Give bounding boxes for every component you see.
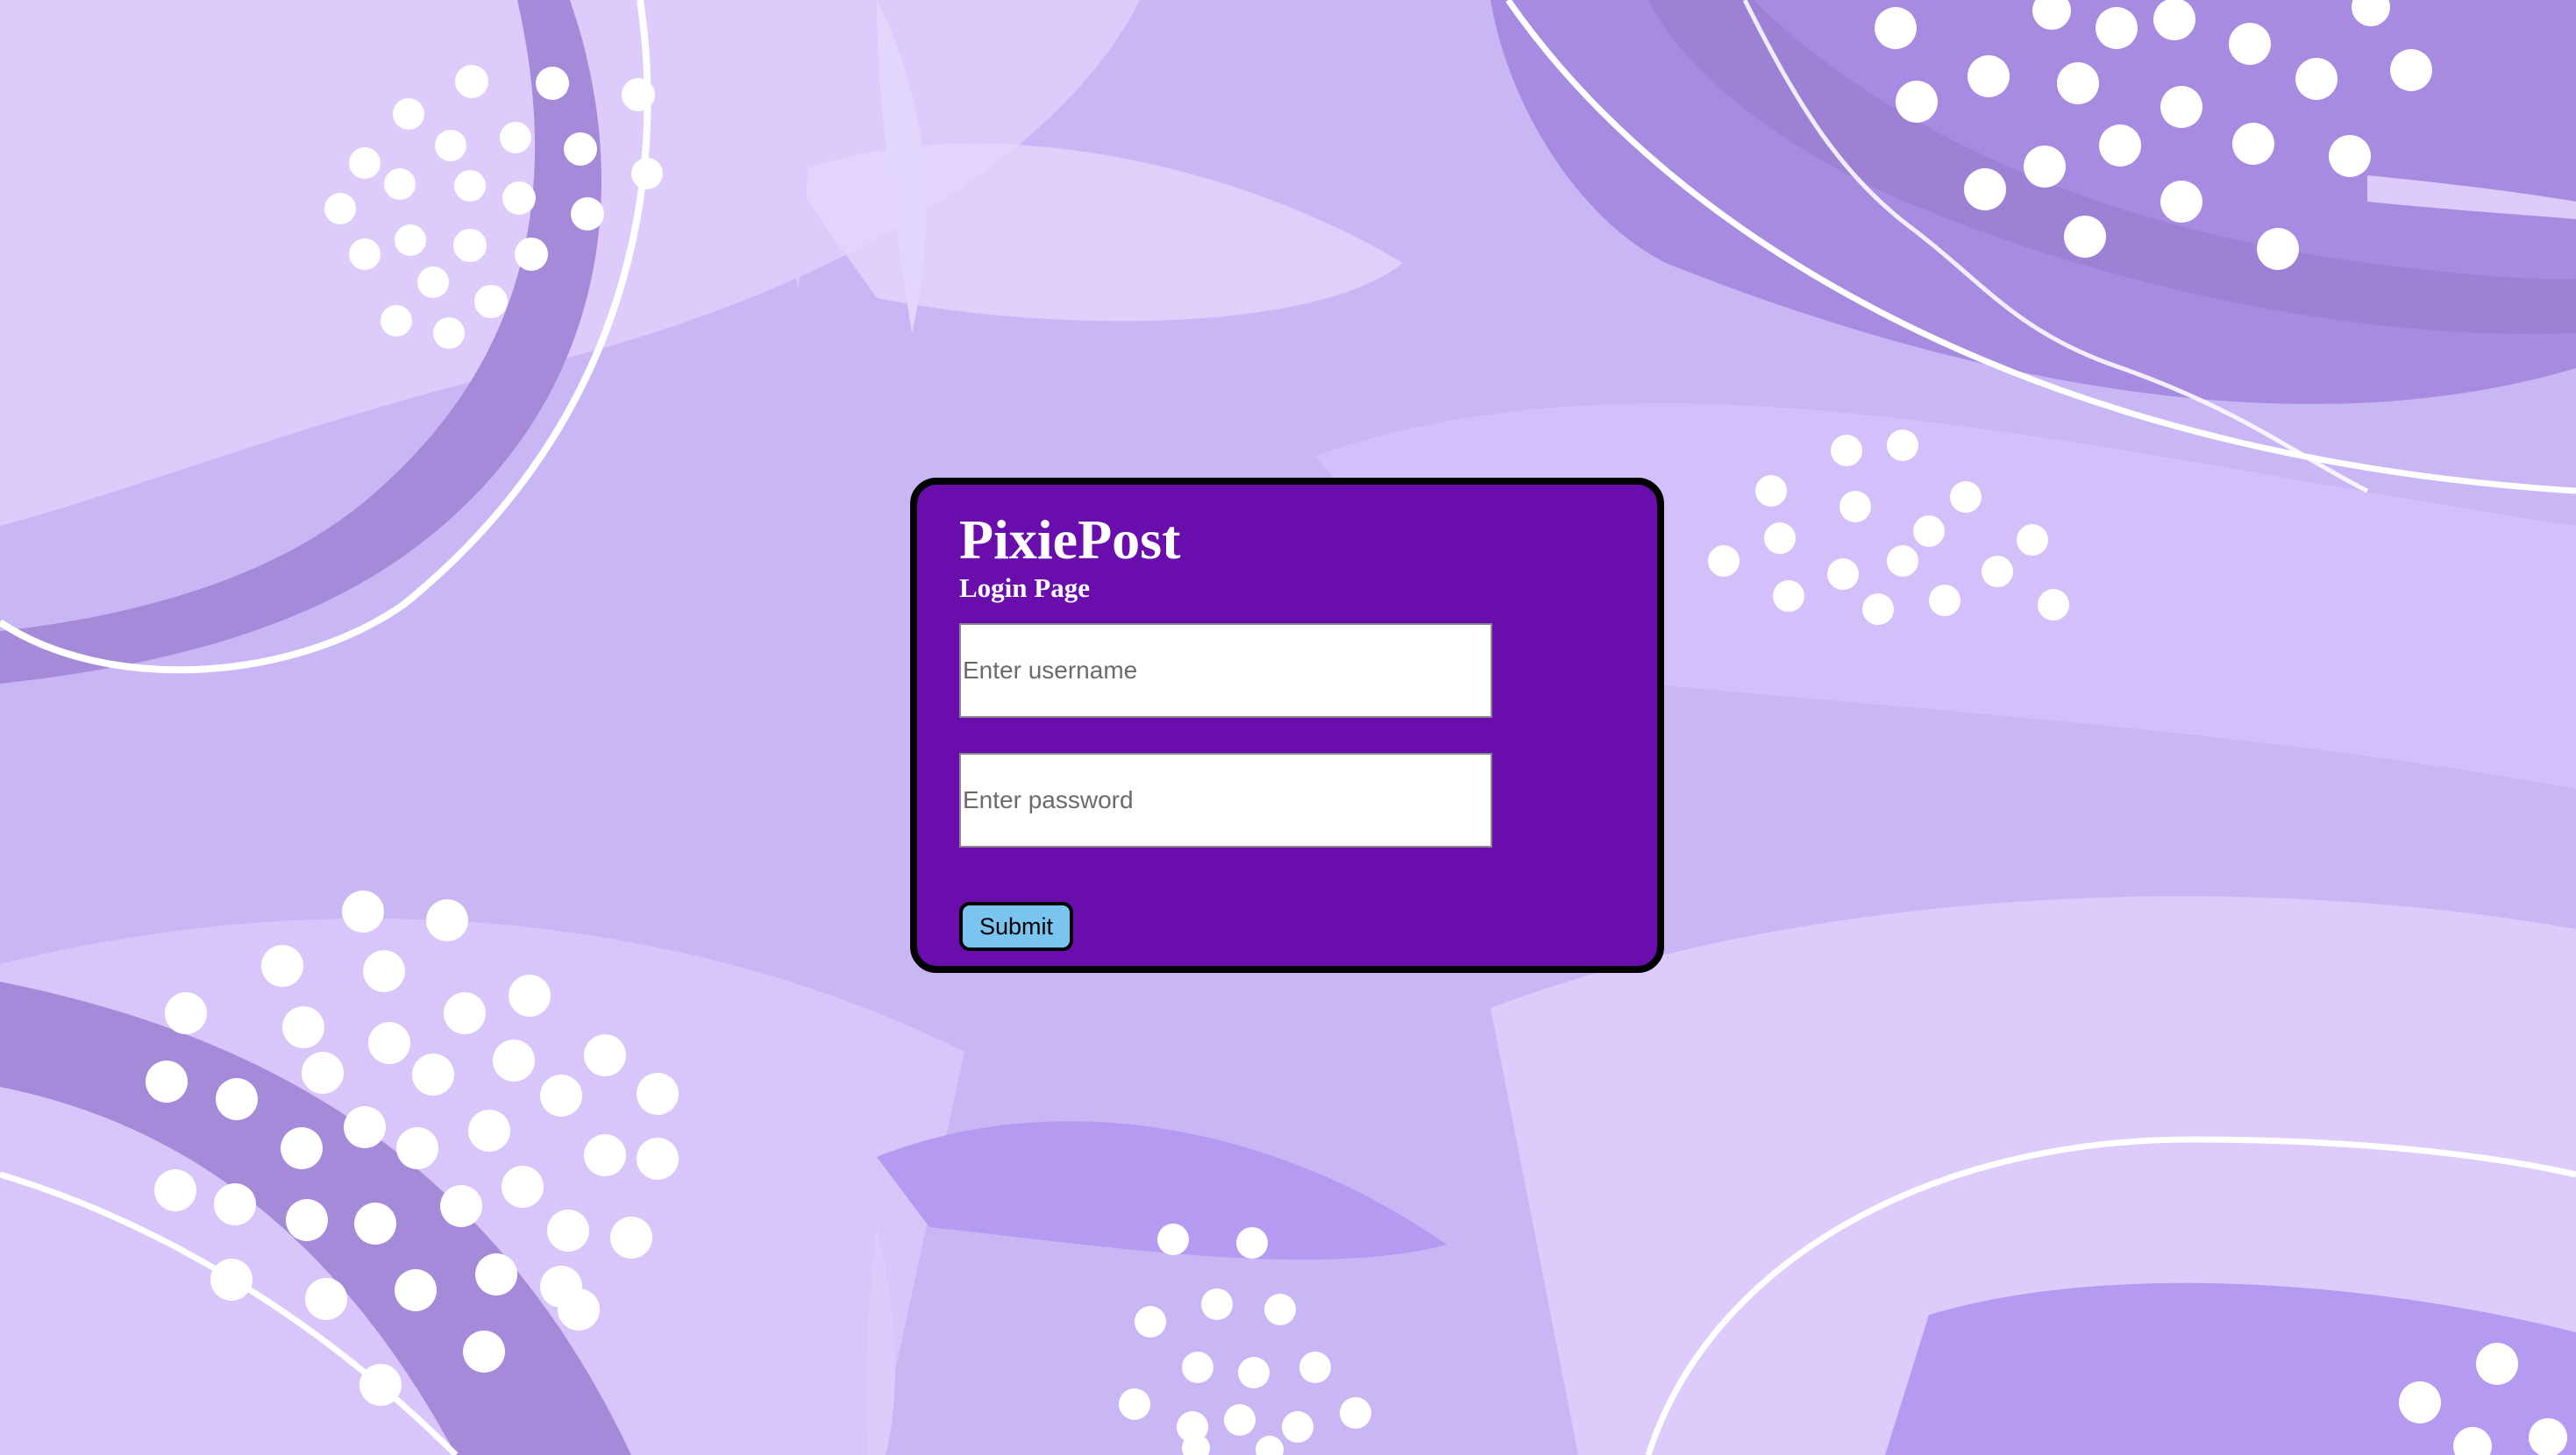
app-title: PixiePost: [959, 508, 1181, 571]
submit-button[interactable]: Submit: [959, 902, 1073, 951]
login-card: PixiePost Login Page Submit: [910, 478, 1664, 973]
page-subtitle: Login Page: [959, 572, 1090, 603]
username-input[interactable]: [959, 623, 1492, 718]
password-input[interactable]: [959, 753, 1492, 848]
